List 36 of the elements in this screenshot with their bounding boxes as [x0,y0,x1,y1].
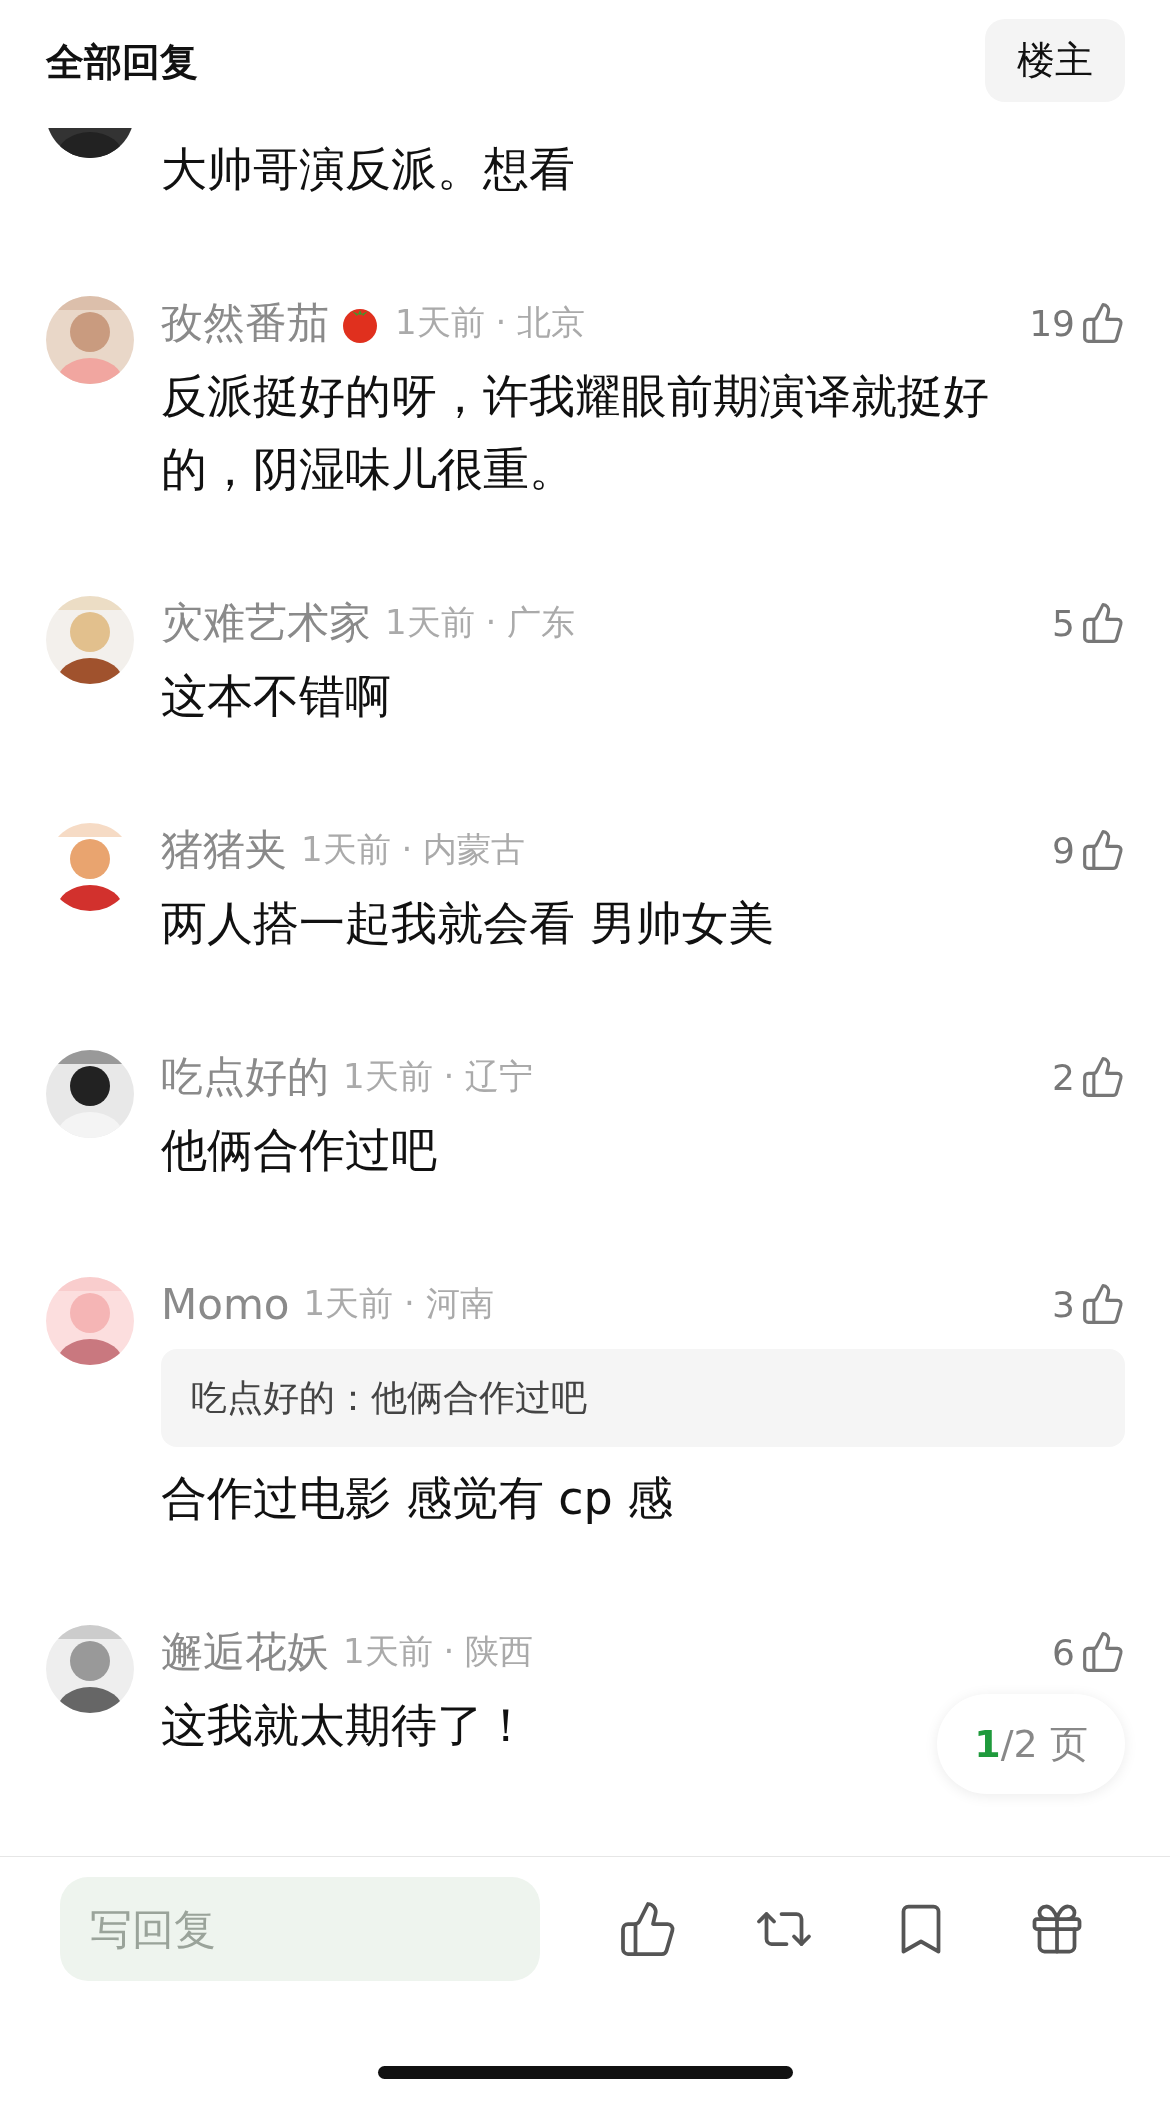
thumbs-up-icon [1081,1630,1125,1674]
comment-text: 反派挺好的呀，许我耀眼前期演译就挺好的，阴湿味儿很重。 [161,368,990,498]
page-title: 全部回复 [46,38,198,86]
user-name[interactable]: Momo [161,1279,290,1329]
comment-meta: 1天前 · 陕西 [343,1630,534,1673]
thumbs-up-icon [1081,1055,1125,1099]
comment-meta: 1天前 · 北京 [395,301,586,344]
thumbs-up-icon [1081,601,1125,645]
comment-text: 这本不错啊 [161,668,391,725]
thumbs-up-icon [1081,1282,1125,1326]
user-name[interactable]: 邂逅花妖 [161,1624,329,1680]
comment-text: 大帅哥演反派。想看 [161,141,575,198]
thumbs-up-icon [1081,828,1125,872]
comment-meta: 1天前 · 广东 [385,601,576,644]
like-button[interactable]: 5 [1052,601,1125,645]
author-filter-button[interactable]: 楼主 [985,18,1125,102]
like-button[interactable]: 9 [1052,828,1125,872]
comment-text: 这我就太期待了！ [161,1697,529,1754]
like-button[interactable]: 3 [1052,1282,1125,1326]
reply-input-field[interactable]: 写回复 [60,1877,540,1981]
like-button[interactable]: 6 [1052,1630,1125,1674]
comment-meta: 1天前 · 辽宁 [343,1055,534,1098]
page-indicator[interactable]: 1/2 页 [937,1694,1125,1794]
user-name[interactable]: 孜然番茄 [161,295,329,351]
like-button[interactable]: 2 [1052,1055,1125,1099]
quoted-reply: 吃点好的：他俩合作过吧 [161,1349,1125,1447]
user-name[interactable]: 吃点好的 [161,1049,329,1105]
comment-meta: 1天前 · 河南 [303,1282,494,1325]
comment-text: 两人搭一起我就会看 男帅女美 [161,895,774,952]
thumbs-up-icon [1081,301,1125,345]
comment-text: 他俩合作过吧 [161,1122,437,1179]
comment-meta: 1天前 · 内蒙古 [301,828,526,871]
user-name[interactable]: 猪猪夹 [161,822,287,878]
user-name[interactable]: 灾难艺术家 [161,595,371,651]
like-button[interactable]: 19 [1029,301,1125,345]
comment-text: 合作过电影 感觉有 cp 感 [161,1470,674,1527]
